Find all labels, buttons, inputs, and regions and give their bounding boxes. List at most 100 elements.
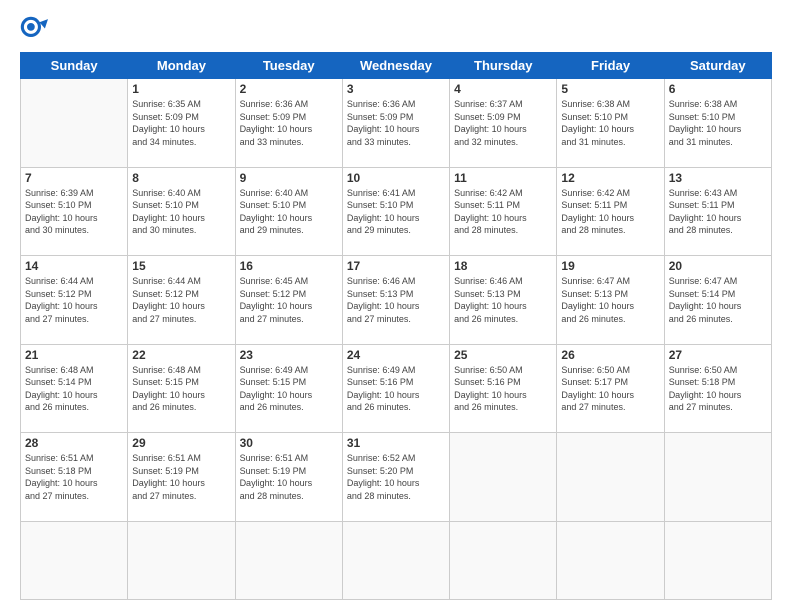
calendar-cell bbox=[342, 521, 449, 599]
day-number: 4 bbox=[454, 82, 552, 96]
calendar-cell bbox=[450, 521, 557, 599]
day-number: 18 bbox=[454, 259, 552, 273]
calendar-cell: 21 Sunrise: 6:48 AM Sunset: 5:14 PM Dayli… bbox=[21, 344, 128, 433]
day-number: 11 bbox=[454, 171, 552, 185]
calendar-cell: 26Sunrise: 6:50 AM Sunset: 5:17 PM Dayli… bbox=[557, 344, 664, 433]
weekday-header-sunday: Sunday bbox=[21, 53, 128, 79]
day-number: 16 bbox=[240, 259, 338, 273]
day-number: 5 bbox=[561, 82, 659, 96]
calendar-cell: 27 Sunrise: 6:50 AM Sunset: 5:18 PM Dayli… bbox=[664, 344, 771, 433]
weekday-header-wednesday: Wednesday bbox=[342, 53, 449, 79]
day-number: 6 bbox=[669, 82, 767, 96]
day-info: Sunrise: 6:45 AM Sunset: 5:12 PM Dayligh… bbox=[240, 275, 338, 325]
day-info: Sunrise: 6:36 AM Sunset: 5:09 PM Dayligh… bbox=[347, 98, 445, 148]
weekday-header-tuesday: Tuesday bbox=[235, 53, 342, 79]
calendar-row: 21 Sunrise: 6:48 AM Sunset: 5:14 PM Dayli… bbox=[21, 344, 772, 433]
day-info: Sunrise: 6:39 AM Sunset: 5:10 PM Dayligh… bbox=[25, 187, 123, 237]
calendar-cell: 10 Sunrise: 6:41 AM Sunset: 5:10 PM Dayli… bbox=[342, 167, 449, 256]
day-number: 17 bbox=[347, 259, 445, 273]
day-info: Sunrise: 6:46 AM Sunset: 5:13 PM Dayligh… bbox=[454, 275, 552, 325]
calendar-cell: 29 Sunrise: 6:51 AM Sunset: 5:19 PM Dayli… bbox=[128, 433, 235, 522]
calendar-cell bbox=[450, 433, 557, 522]
calendar-cell: 20Sunrise: 6:47 AM Sunset: 5:14 PM Dayli… bbox=[664, 256, 771, 345]
day-info: Sunrise: 6:44 AM Sunset: 5:12 PM Dayligh… bbox=[132, 275, 230, 325]
calendar-row: 7 Sunrise: 6:39 AM Sunset: 5:10 PM Daylig… bbox=[21, 167, 772, 256]
day-number: 1 bbox=[132, 82, 230, 96]
day-info: Sunrise: 6:35 AM Sunset: 5:09 PM Dayligh… bbox=[132, 98, 230, 148]
day-number: 19 bbox=[561, 259, 659, 273]
calendar-cell: 16 Sunrise: 6:45 AM Sunset: 5:12 PM Dayli… bbox=[235, 256, 342, 345]
day-number: 21 bbox=[25, 348, 123, 362]
calendar-cell bbox=[235, 521, 342, 599]
weekday-header-monday: Monday bbox=[128, 53, 235, 79]
day-number: 15 bbox=[132, 259, 230, 273]
day-info: Sunrise: 6:50 AM Sunset: 5:16 PM Dayligh… bbox=[454, 364, 552, 414]
calendar-cell: 14Sunrise: 6:44 AM Sunset: 5:12 PM Dayli… bbox=[21, 256, 128, 345]
day-info: Sunrise: 6:38 AM Sunset: 5:10 PM Dayligh… bbox=[561, 98, 659, 148]
calendar-cell: 11 Sunrise: 6:42 AM Sunset: 5:11 PM Dayli… bbox=[450, 167, 557, 256]
calendar-cell: 18 Sunrise: 6:46 AM Sunset: 5:13 PM Dayli… bbox=[450, 256, 557, 345]
calendar-cell bbox=[21, 521, 128, 599]
day-info: Sunrise: 6:48 AM Sunset: 5:15 PM Dayligh… bbox=[132, 364, 230, 414]
day-number: 22 bbox=[132, 348, 230, 362]
calendar-cell: 1 Sunrise: 6:35 AM Sunset: 5:09 PM Daylig… bbox=[128, 79, 235, 168]
calendar-cell bbox=[664, 433, 771, 522]
day-info: Sunrise: 6:43 AM Sunset: 5:11 PM Dayligh… bbox=[669, 187, 767, 237]
day-info: Sunrise: 6:51 AM Sunset: 5:19 PM Dayligh… bbox=[240, 452, 338, 502]
calendar-cell: 7 Sunrise: 6:39 AM Sunset: 5:10 PM Daylig… bbox=[21, 167, 128, 256]
day-number: 25 bbox=[454, 348, 552, 362]
calendar-cell: 5 Sunrise: 6:38 AM Sunset: 5:10 PM Daylig… bbox=[557, 79, 664, 168]
day-number: 29 bbox=[132, 436, 230, 450]
calendar-cell: 25 Sunrise: 6:50 AM Sunset: 5:16 PM Dayli… bbox=[450, 344, 557, 433]
calendar-row bbox=[21, 521, 772, 599]
day-info: Sunrise: 6:49 AM Sunset: 5:15 PM Dayligh… bbox=[240, 364, 338, 414]
weekday-header-friday: Friday bbox=[557, 53, 664, 79]
day-number: 3 bbox=[347, 82, 445, 96]
weekday-header-row: SundayMondayTuesdayWednesdayThursdayFrid… bbox=[21, 53, 772, 79]
calendar-cell: 13 Sunrise: 6:43 AM Sunset: 5:11 PM Dayli… bbox=[664, 167, 771, 256]
day-info: Sunrise: 6:47 AM Sunset: 5:13 PM Dayligh… bbox=[561, 275, 659, 325]
calendar-cell: 30Sunrise: 6:51 AM Sunset: 5:19 PM Dayli… bbox=[235, 433, 342, 522]
day-info: Sunrise: 6:44 AM Sunset: 5:12 PM Dayligh… bbox=[25, 275, 123, 325]
calendar-cell: 4 Sunrise: 6:37 AM Sunset: 5:09 PM Daylig… bbox=[450, 79, 557, 168]
day-number: 13 bbox=[669, 171, 767, 185]
calendar-cell: 12Sunrise: 6:42 AM Sunset: 5:11 PM Dayli… bbox=[557, 167, 664, 256]
day-number: 7 bbox=[25, 171, 123, 185]
calendar-cell: 31 Sunrise: 6:52 AM Sunset: 5:20 PM Dayli… bbox=[342, 433, 449, 522]
calendar-row: 28 Sunrise: 6:51 AM Sunset: 5:18 PM Dayli… bbox=[21, 433, 772, 522]
day-info: Sunrise: 6:41 AM Sunset: 5:10 PM Dayligh… bbox=[347, 187, 445, 237]
day-number: 23 bbox=[240, 348, 338, 362]
day-info: Sunrise: 6:38 AM Sunset: 5:10 PM Dayligh… bbox=[669, 98, 767, 148]
day-number: 27 bbox=[669, 348, 767, 362]
calendar-cell: 9Sunrise: 6:40 AM Sunset: 5:10 PM Daylig… bbox=[235, 167, 342, 256]
day-number: 2 bbox=[240, 82, 338, 96]
day-number: 28 bbox=[25, 436, 123, 450]
day-info: Sunrise: 6:42 AM Sunset: 5:11 PM Dayligh… bbox=[561, 187, 659, 237]
day-info: Sunrise: 6:51 AM Sunset: 5:19 PM Dayligh… bbox=[132, 452, 230, 502]
calendar-cell: 28 Sunrise: 6:51 AM Sunset: 5:18 PM Dayli… bbox=[21, 433, 128, 522]
day-info: Sunrise: 6:42 AM Sunset: 5:11 PM Dayligh… bbox=[454, 187, 552, 237]
day-info: Sunrise: 6:49 AM Sunset: 5:16 PM Dayligh… bbox=[347, 364, 445, 414]
day-number: 10 bbox=[347, 171, 445, 185]
day-number: 8 bbox=[132, 171, 230, 185]
calendar-cell bbox=[128, 521, 235, 599]
day-number: 9 bbox=[240, 171, 338, 185]
day-info: Sunrise: 6:51 AM Sunset: 5:18 PM Dayligh… bbox=[25, 452, 123, 502]
calendar-cell: 8Sunrise: 6:40 AM Sunset: 5:10 PM Daylig… bbox=[128, 167, 235, 256]
day-info: Sunrise: 6:48 AM Sunset: 5:14 PM Dayligh… bbox=[25, 364, 123, 414]
calendar-cell: 2Sunrise: 6:36 AM Sunset: 5:09 PM Daylig… bbox=[235, 79, 342, 168]
logo bbox=[20, 16, 52, 44]
weekday-header-saturday: Saturday bbox=[664, 53, 771, 79]
calendar-cell: 3 Sunrise: 6:36 AM Sunset: 5:09 PM Daylig… bbox=[342, 79, 449, 168]
calendar-table: SundayMondayTuesdayWednesdayThursdayFrid… bbox=[20, 52, 772, 600]
day-number: 20 bbox=[669, 259, 767, 273]
weekday-header-thursday: Thursday bbox=[450, 53, 557, 79]
calendar-cell: 17Sunrise: 6:46 AM Sunset: 5:13 PM Dayli… bbox=[342, 256, 449, 345]
day-number: 24 bbox=[347, 348, 445, 362]
calendar-cell: 15 Sunrise: 6:44 AM Sunset: 5:12 PM Dayli… bbox=[128, 256, 235, 345]
day-info: Sunrise: 6:52 AM Sunset: 5:20 PM Dayligh… bbox=[347, 452, 445, 502]
day-number: 31 bbox=[347, 436, 445, 450]
logo-icon bbox=[20, 16, 48, 44]
day-info: Sunrise: 6:50 AM Sunset: 5:18 PM Dayligh… bbox=[669, 364, 767, 414]
day-info: Sunrise: 6:37 AM Sunset: 5:09 PM Dayligh… bbox=[454, 98, 552, 148]
